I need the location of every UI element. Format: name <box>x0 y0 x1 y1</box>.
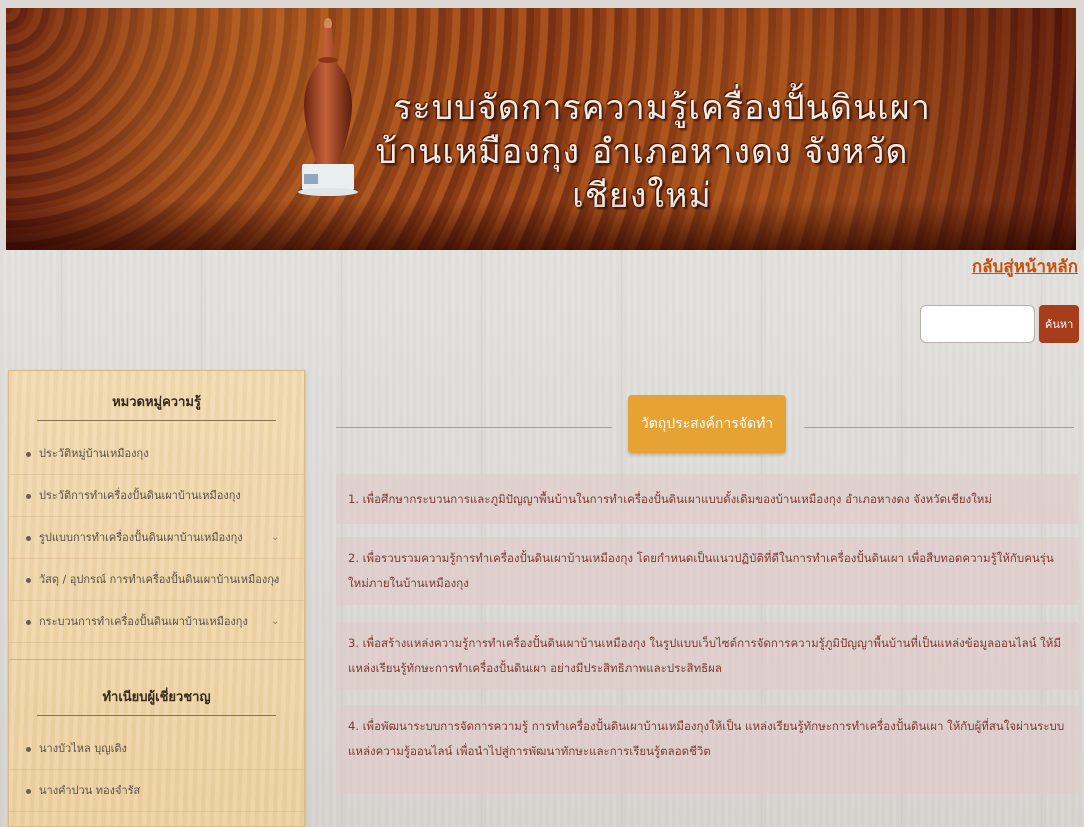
sidebar-item-label: รูปแบบการทำเครื่องปั้นดินเผาบ้านเหมืองกุ… <box>39 531 243 544</box>
heading-divider-right <box>804 427 1074 428</box>
sidebar-item-expert-2[interactable]: นางคำปวน ทองจำรัส <box>9 770 304 812</box>
sidebar: หมวดหมู่ความรู้ ประวัติหมู่บ้านเหมืองกุง… <box>8 370 305 827</box>
bullet-icon <box>26 536 31 541</box>
experts-list: นางบัวไหล บุญเติง นางคำปวน ทองจำรัส <box>9 728 304 812</box>
objective-item-3: 3. เพื่อสร้างแหล่งความรู้การทำเครื่องปั้… <box>336 622 1078 690</box>
chevron-down-icon[interactable]: ⌄ <box>271 559 279 601</box>
sidebar-item-expert-1[interactable]: นางบัวไหล บุญเติง <box>9 728 304 770</box>
experts-heading: ทำเนียบผู้เชี่ยวชาญ <box>37 686 276 716</box>
sidebar-item-process[interactable]: กระบวนการทำเครื่องปั้นดินเผาบ้านเหมืองกุ… <box>9 601 304 643</box>
sidebar-item-label: วัสดุ / อุปกรณ์ การทำเครื่องปั้นดินเผาบ้… <box>39 573 280 586</box>
bullet-icon <box>26 578 31 583</box>
bullet-icon <box>26 494 31 499</box>
sidebar-item-label: ประวัติการทำเครื่องปั้นดินเผาบ้านเหมืองก… <box>39 489 241 502</box>
chevron-down-icon[interactable]: ⌄ <box>271 517 279 559</box>
sidebar-item-pottery-history[interactable]: ประวัติการทำเครื่องปั้นดินเผาบ้านเหมืองก… <box>9 475 304 517</box>
site-title-line2: บ้านเหมืองกุง อำเภอหางดง จังหวัดเชียงใหม… <box>375 132 909 216</box>
objective-item-2: 2. เพื่อรวบรวมความรู้การทำเครื่องปั้นดิน… <box>336 537 1078 605</box>
bullet-icon <box>26 620 31 625</box>
bullet-icon <box>26 747 31 752</box>
bullet-icon <box>26 789 31 794</box>
sidebar-item-materials-tools[interactable]: วัสดุ / อุปกรณ์ การทำเครื่องปั้นดินเผาบ้… <box>9 559 304 601</box>
objective-item-4: 4. เพื่อพัฒนาระบบการจัดการความรู้ การทำเ… <box>336 705 1078 793</box>
header-banner: ระบบจัดการความรู้เครื่องปั้นดินเผา บ้านเ… <box>6 8 1076 250</box>
sidebar-item-village-history[interactable]: ประวัติหมู่บ้านเหมืองกุง <box>9 433 304 475</box>
site-title-line1: ระบบจัดการความรู้เครื่องปั้นดินเผา <box>393 88 931 128</box>
sidebar-item-pottery-styles[interactable]: รูปแบบการทำเครื่องปั้นดินเผาบ้านเหมืองกุ… <box>9 517 304 559</box>
sidebar-item-label: นางคำปวน ทองจำรัส <box>39 784 141 797</box>
sidebar-item-label: นางบัวไหล บุญเติง <box>39 742 127 755</box>
bullet-icon <box>26 452 31 457</box>
home-link[interactable]: กลับสู่หน้าหลัก <box>972 253 1078 280</box>
objective-item-1: 1. เพื่อศึกษากระบวนการและภูมิปัญญาพื้นบ้… <box>336 474 1078 524</box>
site-title: ระบบจัดการความรู้เครื่องปั้นดินเผา บ้านเ… <box>375 86 942 218</box>
search-button[interactable]: ค้นหา <box>1039 305 1079 343</box>
sidebar-item-label: ประวัติหมู่บ้านเหมืองกุง <box>39 447 149 460</box>
sidebar-item-label: กระบวนการทำเครื่องปั้นดินเผาบ้านเหมืองกุ… <box>39 615 248 628</box>
chevron-down-icon[interactable]: ⌄ <box>271 601 279 643</box>
objective-heading-badge: วัตถุประสงค์การจัดทำ <box>628 395 786 453</box>
knowledge-category-list: ประวัติหมู่บ้านเหมืองกุง ประวัติการทำเคร… <box>9 433 304 643</box>
sidebar-divider <box>9 659 304 660</box>
heading-divider-left <box>336 427 612 428</box>
search-input[interactable] <box>920 305 1035 343</box>
knowledge-category-heading: หมวดหมู่ความรู้ <box>37 391 276 421</box>
